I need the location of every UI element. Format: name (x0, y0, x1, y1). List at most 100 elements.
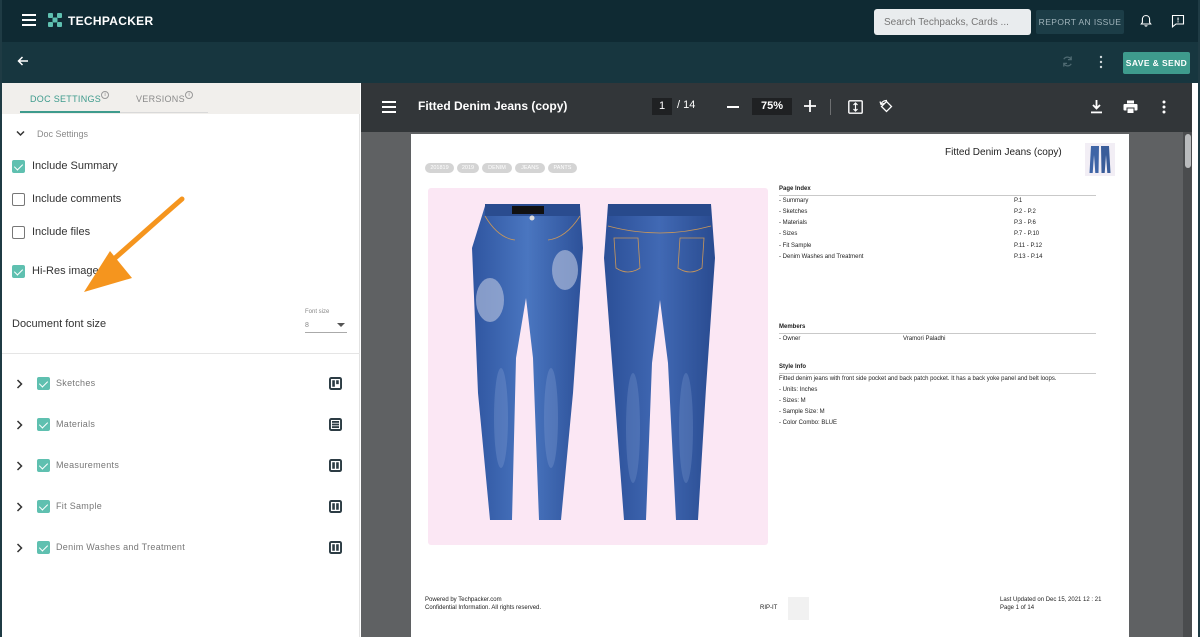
checkbox-unchecked[interactable] (12, 193, 25, 206)
jeans-sketch-image (472, 204, 715, 520)
font-size-select[interactable]: Font size 8 (305, 309, 347, 333)
index-item-pages: P.1 (1014, 198, 1023, 204)
zoom-level[interactable]: 75% (752, 98, 792, 115)
layout-icon[interactable] (329, 541, 342, 554)
jeans-thumbnail-image (1085, 143, 1115, 176)
font-size-caption: Font size (305, 309, 330, 315)
rotate-icon[interactable] (879, 99, 894, 114)
checkbox-checked[interactable] (37, 500, 50, 513)
fit-page-icon[interactable] (848, 100, 863, 114)
index-item-pages: P.3 - P.6 (1014, 220, 1036, 226)
layout-icon[interactable] (329, 459, 342, 472)
checkbox-checked[interactable] (37, 377, 50, 390)
footer-last-updated: Last Updated on Dec 15, 2021 12 : 21 (1000, 597, 1102, 603)
member-name: Vramori Paladhi (903, 336, 946, 342)
page-number-input[interactable] (652, 98, 672, 115)
style-info-line: - Units: Inches (779, 387, 818, 393)
layout-icon[interactable] (329, 500, 342, 513)
section-row-materials[interactable]: Materials (2, 415, 360, 435)
menu-icon[interactable] (382, 101, 396, 113)
more-vertical-icon[interactable] (1098, 55, 1104, 69)
index-item-pages: P.7 - P.10 (1014, 231, 1040, 237)
index-item-pages: P.11 - P.12 (1014, 243, 1043, 249)
layout-icon[interactable] (329, 377, 342, 390)
style-info-title: Style Info (779, 364, 807, 370)
sync-icon (1063, 56, 1072, 67)
style-info-line: - Sizes: M (779, 398, 806, 404)
checkbox-checked[interactable] (37, 418, 50, 431)
print-icon[interactable] (1123, 100, 1138, 114)
toolbar-divider (830, 99, 831, 115)
checkbox-checked[interactable] (12, 160, 25, 173)
section-label: Sketches (56, 378, 96, 388)
chevron-right-icon[interactable] (16, 379, 23, 389)
tab-divider (120, 112, 208, 113)
index-item-name: - Sizes (779, 231, 798, 237)
sketch-image-panel (428, 188, 768, 545)
chevron-right-icon[interactable] (16, 502, 23, 512)
checkbox-checked[interactable] (12, 265, 25, 278)
app-window: TECHPACKER REPORT AN ISSUE SAVE & SEND D… (0, 0, 1200, 637)
chevron-down-icon[interactable] (16, 130, 25, 137)
section-row-denim-washes[interactable]: Denim Washes and Treatment (2, 538, 360, 558)
tab-versions[interactable]: VERSIONS (136, 94, 185, 104)
checkbox-unchecked[interactable] (12, 226, 25, 239)
style-info-line: - Sample Size: M (779, 409, 825, 415)
font-size-value: 8 (305, 322, 309, 329)
info-icon[interactable]: i (185, 91, 193, 99)
chevron-right-icon[interactable] (16, 461, 23, 471)
member-role: - Owner (779, 336, 801, 342)
doc-settings-panel: DOC SETTINGS i VERSIONS i Doc Settings I… (2, 83, 360, 637)
feedback-icon[interactable] (1171, 14, 1185, 28)
style-description: Fitted denim jeans with front side pocke… (779, 376, 1057, 382)
index-item-name: - Sketches (779, 209, 808, 215)
tag-chip: PANTS (548, 163, 577, 173)
page-total: / 14 (677, 99, 696, 111)
search-input[interactable] (874, 9, 1031, 35)
section-row-measurements[interactable]: Measurements (2, 456, 360, 476)
checkbox-checked[interactable] (37, 541, 50, 554)
checkbox-checked[interactable] (37, 459, 50, 472)
more-vertical-icon[interactable] (1161, 100, 1167, 114)
section-title: Doc Settings (37, 129, 89, 139)
footer-page-number: Page 1 of 14 (1000, 605, 1035, 611)
menu-icon[interactable] (22, 14, 36, 26)
page-index-title: Page Index (779, 186, 811, 192)
section-row-sketches[interactable]: Sketches (2, 374, 360, 394)
save-and-send-button[interactable]: SAVE & SEND (1123, 52, 1190, 74)
section-row-fit-sample[interactable]: Fit Sample (2, 497, 360, 517)
zoom-out-icon[interactable] (727, 106, 739, 108)
index-item-name: - Materials (779, 220, 808, 226)
tag-chip: 2019 (457, 163, 479, 173)
index-item-pages: P.13 - P.14 (1014, 254, 1043, 260)
scrollbar-thumb[interactable] (1185, 134, 1191, 168)
include-summary-checkbox[interactable]: Include Summary (12, 159, 232, 175)
divider (2, 353, 360, 354)
divider (779, 373, 1096, 374)
tab-doc-settings[interactable]: DOC SETTINGS (30, 94, 101, 104)
annotation-arrow (84, 196, 185, 292)
index-item-name: - Fit Sample (779, 243, 812, 249)
members-title: Members (779, 324, 806, 330)
back-arrow-icon[interactable] (16, 54, 30, 68)
report-issue-button[interactable]: REPORT AN ISSUE (1036, 10, 1124, 34)
active-tab-indicator (20, 111, 120, 113)
index-item-pages: P.2 - P.2 (1014, 209, 1036, 215)
scrollbar-track[interactable] (1183, 132, 1192, 637)
document-title: Fitted Denim Jeans (copy) (945, 147, 1062, 158)
option-label: Include Summary (32, 160, 118, 172)
download-icon[interactable] (1090, 99, 1103, 114)
info-icon[interactable]: i (101, 91, 109, 99)
footer-rip: RIP-IT (760, 605, 778, 611)
bell-icon[interactable] (1139, 14, 1153, 28)
layout-icon[interactable] (329, 418, 342, 431)
index-item-name: - Summary (779, 198, 809, 204)
zoom-in-icon[interactable] (804, 100, 816, 112)
chevron-right-icon[interactable] (16, 420, 23, 430)
section-label: Denim Washes and Treatment (56, 542, 186, 552)
divider (779, 333, 1096, 334)
section-label: Measurements (56, 460, 120, 470)
pdf-title: Fitted Denim Jeans (copy) (418, 99, 568, 113)
chevron-right-icon[interactable] (16, 543, 23, 553)
action-bar (2, 42, 1198, 83)
